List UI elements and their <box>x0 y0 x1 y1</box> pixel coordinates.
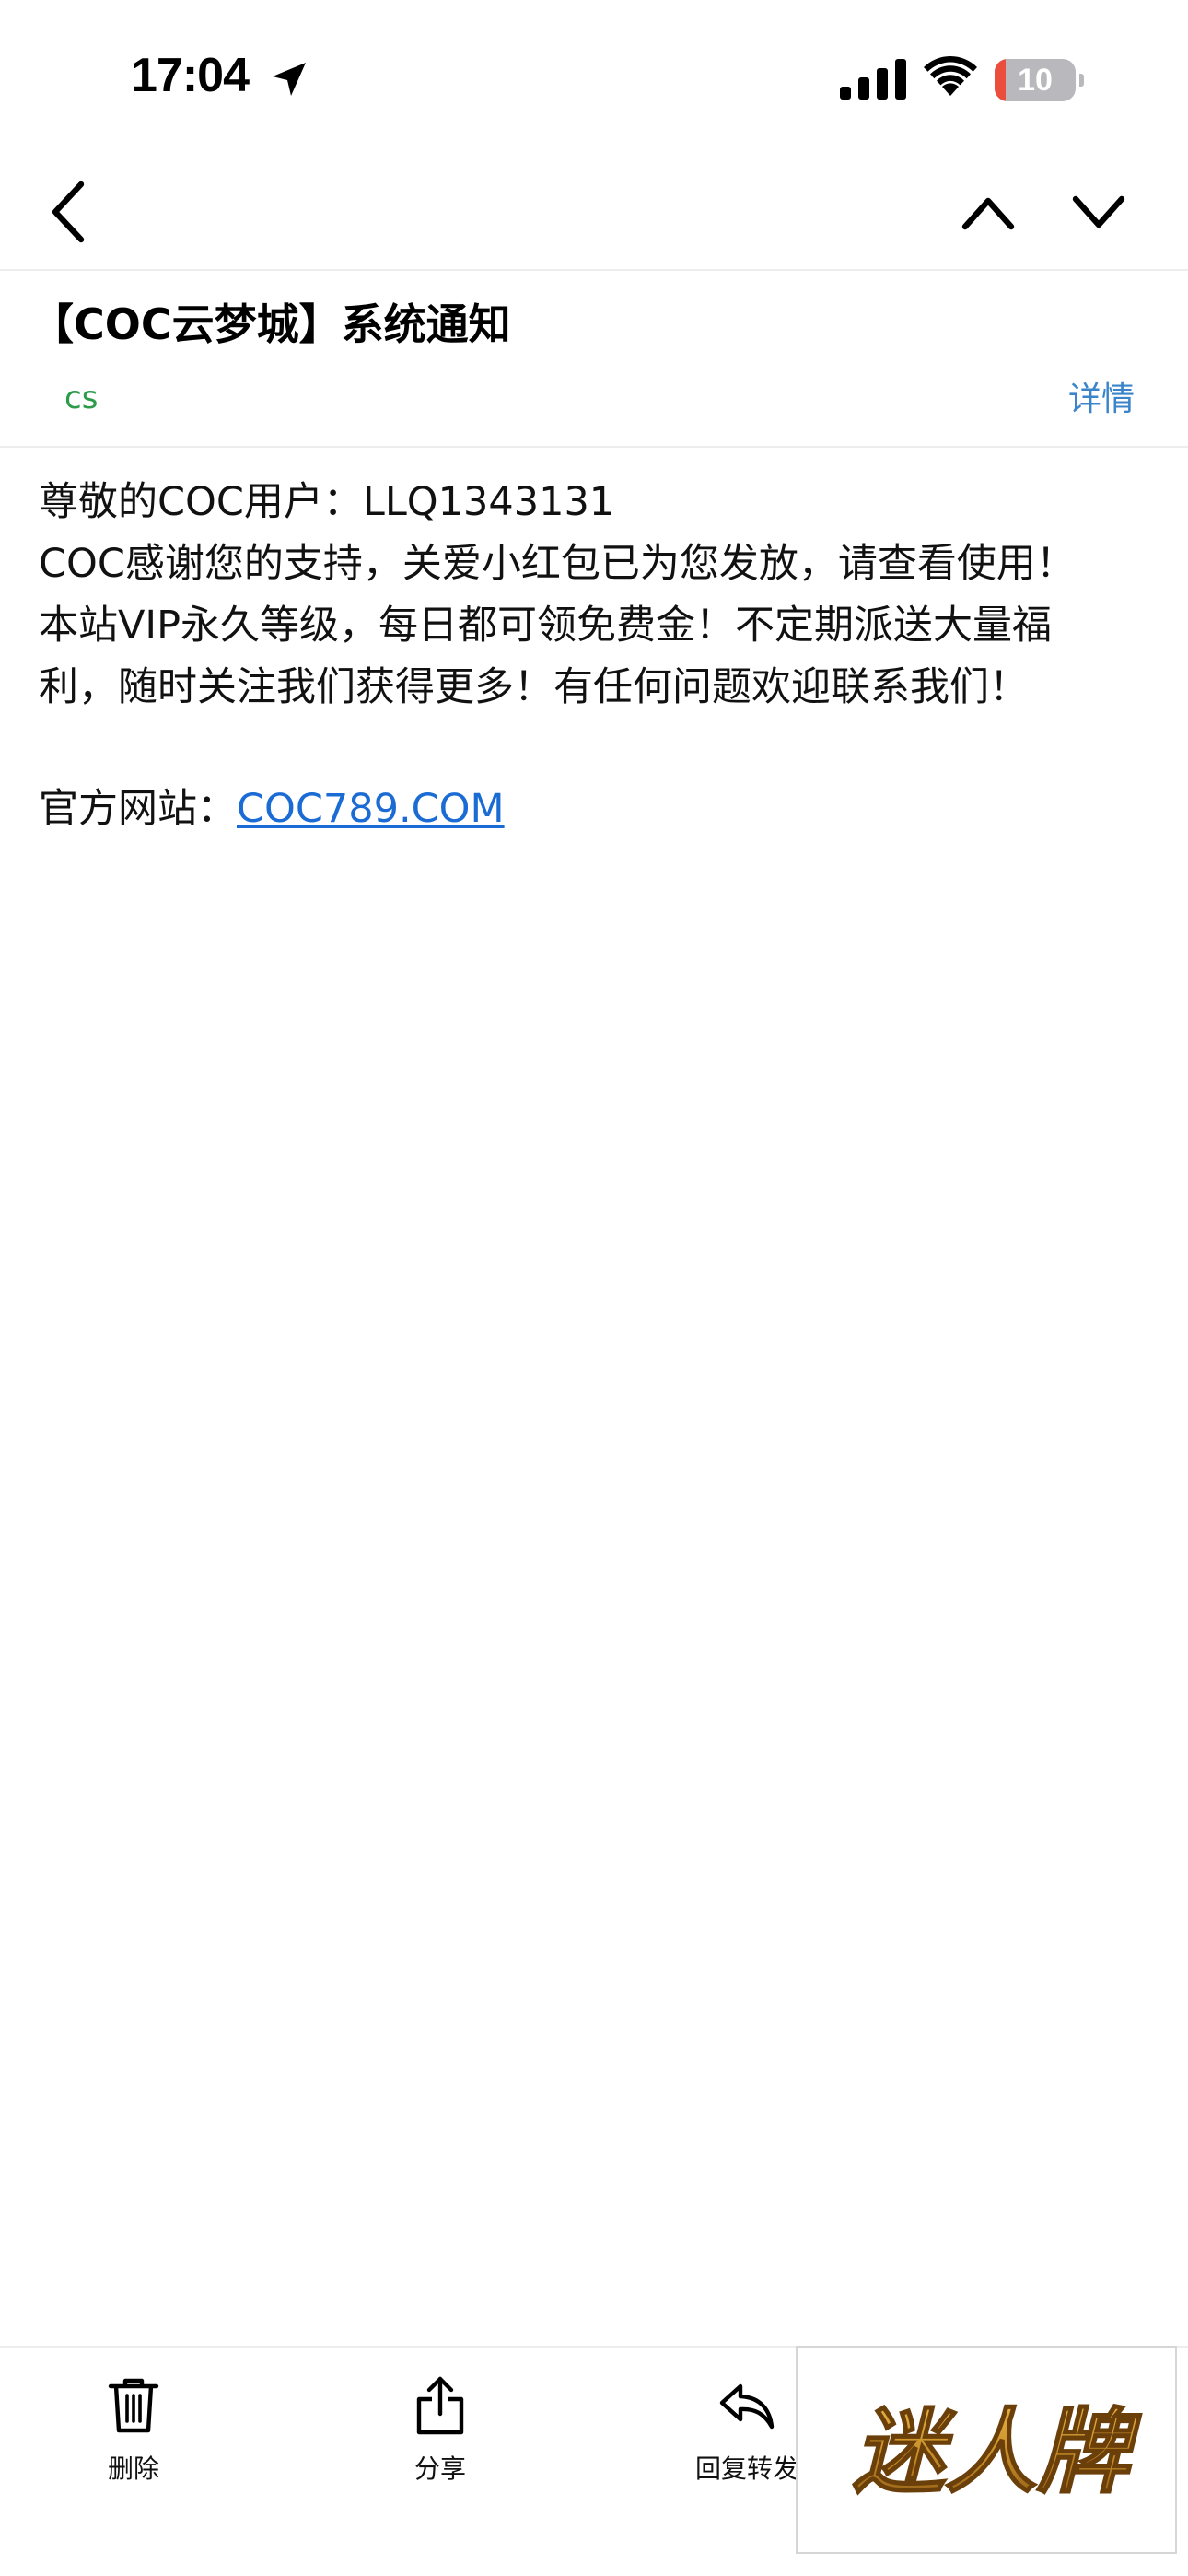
body-line: COC感谢您的支持，关爱小红包已为您发放，请查看使用！ <box>39 541 1076 587</box>
body-line: 尊敬的COC用户：LLQ1343131 <box>39 479 615 525</box>
trash-icon <box>108 2378 159 2433</box>
previous-message-button[interactable] <box>958 181 1019 245</box>
battery-icon: 10 <box>995 59 1084 101</box>
message-header: 【COC云梦城】系统通知 cs 详情 <box>0 271 1188 448</box>
message-body: 尊敬的COC用户：LLQ1343131 COC感谢您的支持，关爱小红包已为您发放… <box>39 472 1153 840</box>
body-line: 利，随时关注我们获得更多！有任何问题欢迎联系我们！ <box>39 664 1029 710</box>
website-link[interactable]: COC789.COM <box>237 786 505 832</box>
wifi-icon <box>924 55 977 96</box>
share-icon <box>416 2376 464 2435</box>
status-time: 17:04 <box>131 49 250 102</box>
back-button[interactable] <box>41 177 96 247</box>
share-label: 分享 <box>413 2453 466 2484</box>
watermark-box: 迷人牌 <box>796 2346 1177 2554</box>
reply-icon <box>719 2383 775 2430</box>
nav-bar <box>0 157 1188 271</box>
share-button[interactable]: 分享 <box>362 2375 518 2513</box>
sender-name[interactable]: cs <box>64 380 98 416</box>
details-link[interactable]: 详情 <box>1068 372 1135 420</box>
body-line: 本站VIP永久等级，每日都可领免费金！不定期派送大量福 <box>39 603 1053 649</box>
delete-label: 删除 <box>107 2453 159 2484</box>
website-line: 官方网站：COC789.COM <box>39 779 1153 840</box>
delete-button[interactable]: 删除 <box>55 2375 212 2513</box>
battery-level: 10 <box>1018 63 1053 98</box>
status-bar: 17:04 10 <box>0 0 1188 157</box>
next-message-button[interactable] <box>1068 181 1129 245</box>
message-subject: 【COC云梦城】系统通知 <box>31 299 511 349</box>
svg-text:迷人牌: 迷人牌 <box>853 2398 1142 2506</box>
website-label: 官方网站： <box>39 786 237 832</box>
location-arrow-icon <box>273 63 306 96</box>
watermark-logo: 迷人牌 <box>852 2397 1143 2507</box>
cellular-signal-icon <box>840 59 906 100</box>
